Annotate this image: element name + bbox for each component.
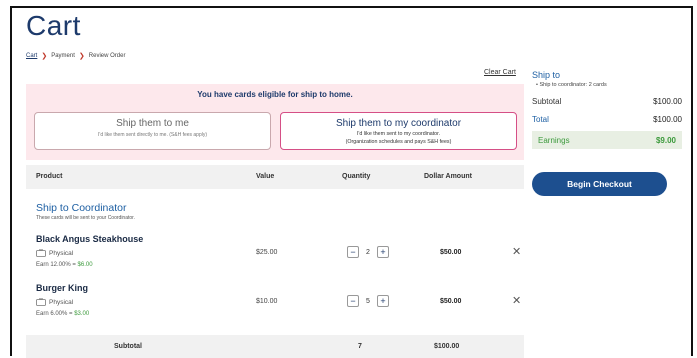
section-subtitle: These cards will be sent to your Coordin… [36, 215, 135, 221]
item-name: Black Angus Steakhouse [36, 234, 144, 244]
summary-total-value: $100.00 [653, 115, 682, 124]
header-value: Value [256, 173, 275, 180]
gift-card-icon [36, 249, 46, 257]
ship-to-coordinator-sub1: I'd like them sent to my coordinator. [356, 131, 441, 137]
item-dollar-amount: $50.00 [440, 298, 462, 305]
header-dollar-amount: Dollar Amount [424, 173, 472, 180]
ship-to-coordinator-title: Ship them to my coordinator [335, 118, 462, 129]
summary-subtotal-label: Subtotal [532, 97, 562, 106]
cart-page: Cart Cart ❯ Payment ❯ Review Order Clear… [10, 6, 693, 358]
item-type: Physical [36, 249, 73, 257]
ship-to-me-sub: I'd like them sent directly to me. (S&H … [97, 132, 208, 138]
quantity-stepper: − 5 + [347, 295, 389, 307]
item-type-label: Physical [49, 298, 74, 306]
order-summary: Ship to • Ship to coordinator: 2 cards S… [532, 70, 682, 149]
summary-total-row: Total $100.00 [532, 115, 682, 124]
header-product: Product [36, 173, 63, 180]
decrease-qty-button[interactable]: − [347, 295, 359, 307]
breadcrumb-review-order: Review Order [88, 53, 126, 59]
item-earn-amount: $6.00 [77, 262, 93, 268]
section-title: Ship to Coordinator [36, 202, 127, 214]
quantity-value: 5 [366, 297, 370, 305]
breadcrumb: Cart ❯ Payment ❯ Review Order [26, 52, 125, 60]
item-earn-prefix: Earn 6.00% = [36, 311, 75, 317]
item-earn-prefix: Earn 12.00% = [36, 262, 78, 268]
ship-to-detail-text: Ship to coordinator: 2 cards [539, 82, 607, 88]
chevron-right-icon: ❯ [41, 53, 48, 60]
gift-card-icon [36, 298, 46, 306]
ship-eligible-heading: You have cards eligible for ship to home… [197, 90, 353, 99]
subtotal-qty: 7 [358, 343, 362, 350]
page-title: Cart [26, 10, 81, 41]
earnings-label: Earnings [538, 135, 570, 145]
breadcrumb-cart[interactable]: Cart [26, 53, 37, 59]
ship-to-me-title: Ship them to me [116, 118, 189, 129]
item-value: $10.00 [256, 298, 278, 305]
ship-to-heading: Ship to [532, 70, 561, 80]
item-earn: Earn 12.00% = $6.00 [36, 262, 93, 268]
item-value: $25.00 [256, 249, 278, 256]
quantity-value: 2 [366, 248, 370, 256]
item-earn: Earn 6.00% = $3.00 [36, 311, 89, 317]
subtotal-amount: $100.00 [434, 343, 460, 350]
quantity-stepper: − 2 + [347, 246, 389, 258]
earnings-box: Earnings $9.00 [532, 131, 682, 149]
item-name: Burger King [36, 283, 89, 293]
item-earn-amount: $3.00 [74, 311, 90, 317]
summary-total-label: Total [532, 115, 549, 124]
chevron-right-icon: ❯ [78, 53, 85, 60]
begin-checkout-button[interactable]: Begin Checkout [532, 172, 667, 196]
cart-table-header: Product Value Quantity Dollar Amount [26, 165, 524, 189]
ship-to-coordinator-option[interactable]: Ship them to my coordinator I'd like the… [280, 112, 517, 150]
item-dollar-amount: $50.00 [440, 249, 462, 256]
remove-item-icon[interactable]: ✕ [512, 245, 521, 258]
header-quantity: Quantity [342, 173, 371, 180]
ship-to-coordinator-sub2: (Organization schedules and pays S&H fee… [345, 139, 452, 145]
decrease-qty-button[interactable]: − [347, 246, 359, 258]
ship-to-detail: • Ship to coordinator: 2 cards [536, 82, 607, 88]
remove-item-icon[interactable]: ✕ [512, 294, 521, 307]
item-type: Physical [36, 298, 73, 306]
earnings-value: $9.00 [655, 135, 676, 145]
summary-subtotal-value: $100.00 [653, 97, 682, 106]
clear-cart-link[interactable]: Clear Cart [484, 69, 516, 76]
summary-subtotal-row: Subtotal $100.00 [532, 97, 682, 106]
subtotal-row: Subtotal 7 $100.00 [26, 335, 524, 358]
subtotal-label: Subtotal [114, 343, 142, 350]
ship-option-panel: You have cards eligible for ship to home… [26, 84, 524, 160]
increase-qty-button[interactable]: + [377, 295, 389, 307]
ship-to-me-option[interactable]: Ship them to me I'd like them sent direc… [34, 112, 271, 150]
item-type-label: Physical [49, 249, 74, 257]
breadcrumb-payment: Payment [51, 53, 75, 59]
increase-qty-button[interactable]: + [377, 246, 389, 258]
ship-to-coordinator-section: Ship to Coordinator These cards will be … [36, 202, 135, 221]
